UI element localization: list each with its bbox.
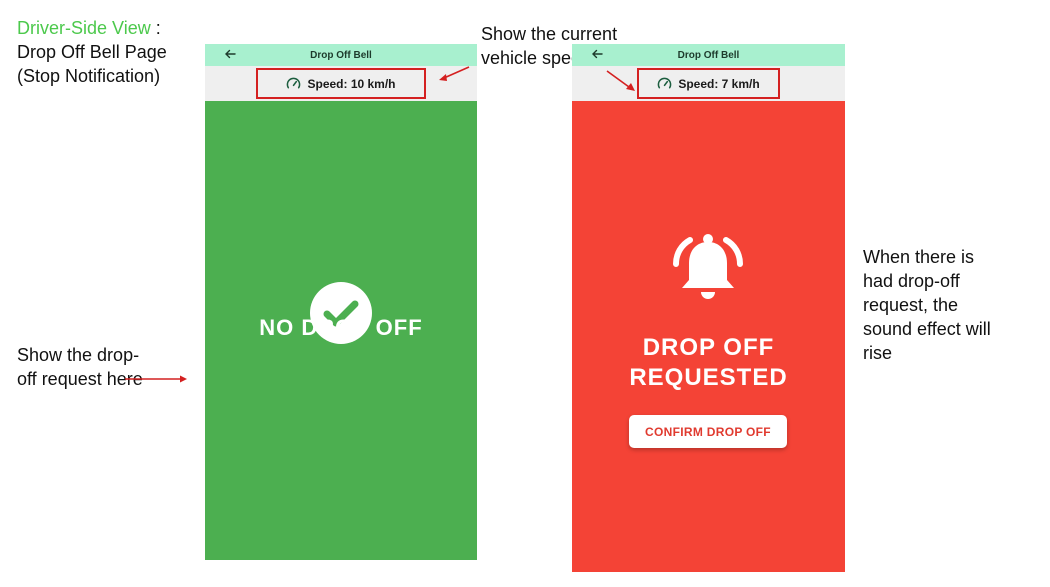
app-titlebar: Drop Off Bell [205, 44, 477, 66]
speedometer-icon [287, 77, 301, 89]
app-titlebar: Drop Off Bell [572, 44, 845, 66]
phone-screen-drop-off-requested: Drop Off Bell Speed: 7 km/h DROP OFF REQ… [572, 44, 845, 572]
back-arrow-icon[interactable] [590, 47, 604, 61]
page-title: Drop Off Bell [310, 49, 372, 61]
annotation-sound-note: When there is had drop-off request, the … [863, 247, 991, 363]
arrow-to-left-speed [439, 66, 470, 81]
speed-indicator: Speed: 7 km/h [637, 68, 780, 99]
status-label: DROP OFF REQUESTED [572, 333, 845, 393]
arrow-to-status-panel [125, 375, 187, 383]
back-arrow-icon[interactable] [223, 47, 237, 61]
annotation-title: Driver-Side View : Drop Off Bell Page (S… [17, 16, 197, 88]
speed-indicator: Speed: 10 km/h [256, 68, 426, 99]
bell-ringing-icon [673, 234, 743, 299]
status-line-1: DROP OFF [642, 334, 775, 361]
annotation-title-accent: Driver-Side View [17, 18, 151, 38]
status-label: NO DROP OFF [259, 315, 423, 340]
status-line-2: REQUESTED [629, 364, 788, 391]
drop-off-status-panel: NO DROP OFF [205, 101, 477, 560]
speed-value: Speed: 10 km/h [307, 76, 396, 91]
annotation-title-colon: : [150, 18, 161, 38]
annotation-title-line2: Drop Off Bell Page [17, 42, 167, 62]
page-title: Drop Off Bell [677, 49, 740, 61]
drop-off-status-panel: DROP OFF REQUESTED CONFIRM DROP OFF [572, 101, 845, 572]
speedometer-icon [657, 77, 672, 89]
phone-screen-no-drop-off: Drop Off Bell Speed: 10 km/h NO DROP OFF [205, 44, 477, 560]
arrow-to-right-speed [606, 70, 635, 91]
speed-value: Speed: 7 km/h [678, 76, 760, 91]
confirm-drop-off-button[interactable]: CONFIRM DROP OFF [629, 415, 787, 448]
annotation-title-line3: (Stop Notification) [17, 66, 161, 86]
